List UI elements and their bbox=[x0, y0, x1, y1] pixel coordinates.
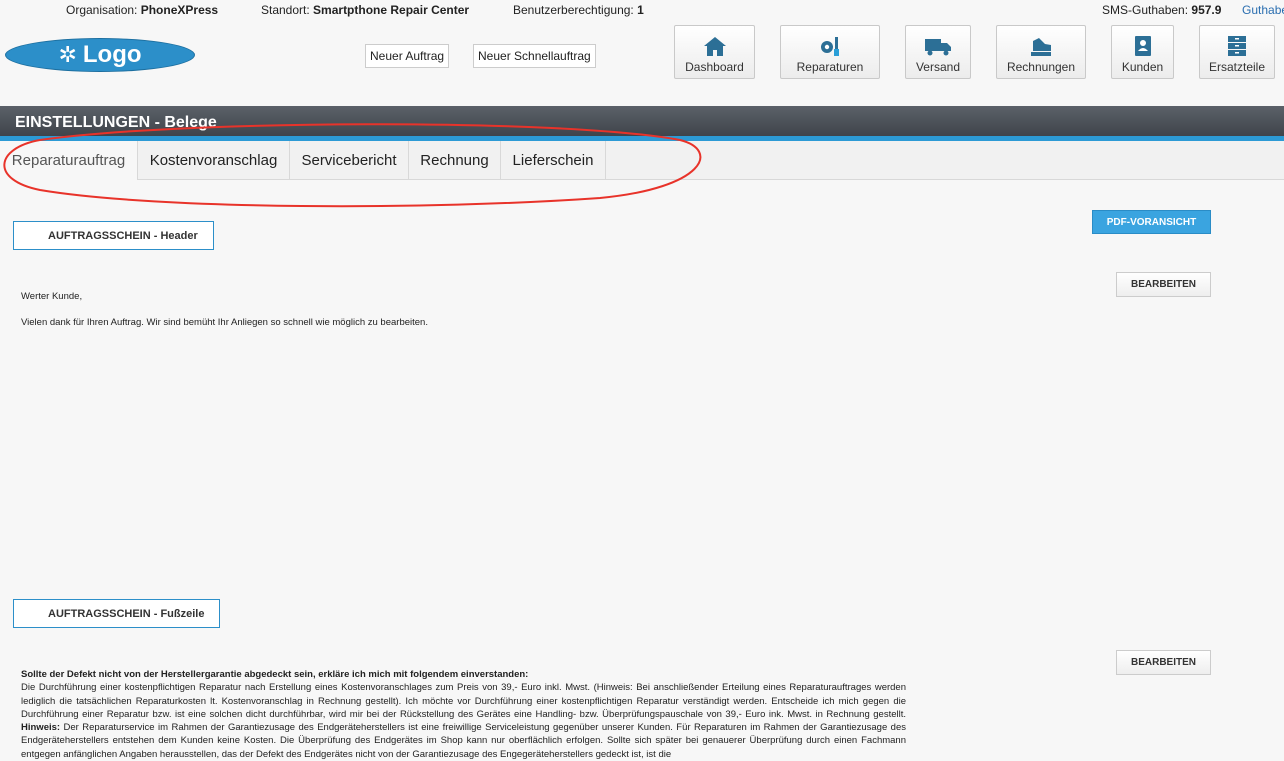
nav-customers-label: Kunden bbox=[1121, 60, 1164, 74]
tab-delivery-note[interactable]: Lieferschein bbox=[501, 141, 606, 179]
nav-customers-button[interactable]: Kunden bbox=[1111, 25, 1174, 79]
new-quick-order-button[interactable]: Neuer Schnellauftrag bbox=[473, 44, 596, 68]
wrench-icon: ✲ bbox=[58, 42, 77, 67]
organisation-value: PhoneXPress bbox=[140, 3, 219, 17]
footer-terms-text: Sollte der Defekt nicht von der Herstell… bbox=[21, 668, 906, 761]
nav-dashboard-label: Dashboard bbox=[685, 60, 744, 74]
sms-credit-value: 957.9 bbox=[1191, 3, 1222, 17]
register-icon bbox=[1031, 38, 1051, 56]
nav-shipping-label: Versand bbox=[915, 60, 961, 74]
tab-invoice[interactable]: Rechnung bbox=[409, 141, 501, 179]
nav-parts-button[interactable]: Ersatzteile bbox=[1199, 25, 1275, 79]
tab-repair-order[interactable]: Reparaturauftrag bbox=[0, 141, 138, 180]
footer-terms-heading: Sollte der Defekt nicht von der Herstell… bbox=[21, 669, 529, 680]
nav-repairs-button[interactable]: Reparaturen bbox=[780, 25, 880, 79]
info-bar: Organisation: PhoneXPress Standort: Smar… bbox=[0, 0, 1284, 22]
nav-invoices-button[interactable]: Rechnungen bbox=[996, 25, 1086, 79]
logo-text: Logo bbox=[82, 41, 142, 68]
nav-shipping-button[interactable]: Versand bbox=[905, 25, 971, 79]
new-order-button[interactable]: Neuer Auftrag bbox=[365, 44, 450, 68]
logo[interactable]: ✲ Logo bbox=[5, 38, 195, 72]
nav-dashboard-button[interactable]: Dashboard bbox=[674, 25, 755, 79]
footer-terms-para1: Die Durchführung einer kostenpflichtigen… bbox=[21, 682, 906, 720]
footer-hint-label: Hinweis: bbox=[21, 722, 61, 734]
document-tabs: Reparaturauftrag Kostenvoranschlag Servi… bbox=[0, 141, 1284, 180]
site-info: Standort: Smartpthone Repair Center bbox=[261, 3, 470, 17]
credit-link[interactable]: Guthabe bbox=[1242, 3, 1284, 17]
truck-icon bbox=[925, 39, 951, 56]
edit-footer-button[interactable]: BEARBEITEN bbox=[1116, 650, 1211, 675]
site-value: Smartpthone Repair Center bbox=[313, 3, 470, 17]
tab-cost-estimate[interactable]: Kostenvoranschlag bbox=[138, 141, 290, 179]
footer-section-title: AUFTRAGSSCHEIN - Fußzeile bbox=[13, 599, 220, 628]
organisation-info: Organisation: PhoneXPress bbox=[66, 3, 219, 17]
drawers-icon bbox=[1228, 36, 1246, 56]
tab-service-report[interactable]: Servicebericht bbox=[290, 141, 409, 179]
nav-invoices-label: Rechnungen bbox=[1006, 60, 1076, 74]
home-icon bbox=[703, 37, 726, 56]
page-title: EINSTELLUNGEN - Belege bbox=[0, 106, 1284, 136]
header-message: Vielen dank für Ihren Auftrag. Wir sind … bbox=[21, 317, 428, 328]
nav-repairs-label: Reparaturen bbox=[796, 60, 864, 74]
pdf-preview-button[interactable]: PDF-VORANSICHT bbox=[1092, 210, 1211, 234]
permission-info: Benutzerberechtigung: 1 bbox=[513, 3, 644, 17]
permission-value: 1 bbox=[637, 3, 644, 17]
nav-parts-label: Ersatzteile bbox=[1208, 60, 1266, 74]
edit-header-button[interactable]: BEARBEITEN bbox=[1116, 272, 1211, 297]
sms-credit-info: SMS-Guthaben: 957.9 bbox=[1102, 3, 1222, 17]
header-section-title: AUFTRAGSSCHEIN - Header bbox=[13, 221, 214, 250]
header-greeting: Werter Kunde, bbox=[21, 291, 83, 302]
footer-terms-para2: Der Reparaturservice im Rahmen der Garan… bbox=[21, 722, 906, 760]
contacts-icon bbox=[1134, 36, 1151, 56]
tools-icon bbox=[821, 37, 839, 56]
